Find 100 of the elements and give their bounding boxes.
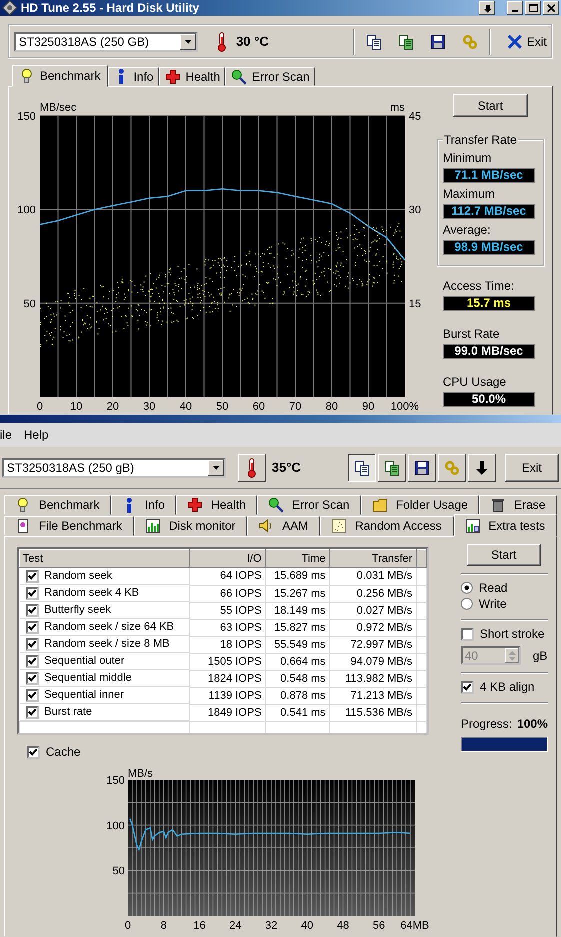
drive-select[interactable]: ST3250318AS (250 GB) [14,32,198,52]
table-cell: 0.972 MB/s [329,619,416,636]
table-cell: 1505 IOPS [189,653,266,670]
window-title: HD Tune 2.55 - Hard Disk Utility [21,1,200,16]
reading-display: 71.1 MB/sec [443,168,535,183]
copy-icon[interactable] [366,34,382,50]
table-cell: 18.149 ms [265,602,330,619]
reading-label: Average: [443,223,492,237]
checkbox[interactable] [26,638,38,650]
radio-button[interactable] [461,582,473,594]
column-header[interactable]: I/O [189,550,266,568]
axis-label: ms [390,102,405,114]
axis-tick-label: 10 [70,401,83,413]
checkbox[interactable] [26,688,38,702]
table-cell: 0.878 ms [265,687,330,704]
table-cell: Sequential outer [44,655,125,667]
reading-display: 98.9 MB/sec [443,240,535,255]
menu-item[interactable]: ile [0,428,12,442]
tab[interactable]: Health [158,67,226,86]
table-cell: 1139 IOPS [189,687,266,704]
tab[interactable]: Error Scan [225,67,315,86]
dropdown-button[interactable] [208,460,224,476]
radio-button[interactable] [461,598,473,610]
axis-tick-label: 50 [216,401,229,413]
search-icon [268,497,284,513]
exit-button[interactable]: Exit [505,454,559,482]
tab[interactable]: Info [111,495,176,515]
checkbox[interactable] [27,746,40,758]
close-button[interactable] [543,1,559,16]
table-cell: 72.997 MB/s [329,636,416,653]
checkbox[interactable] [26,672,38,684]
axis-tick-label: 100% [390,401,420,413]
temperature-button[interactable] [238,454,266,482]
documents-icon[interactable] [398,34,414,50]
menu-item[interactable]: Help [24,428,49,442]
tab[interactable]: Health [176,495,258,515]
table-cell: 0.664 ms [265,653,330,670]
tab[interactable]: Benchmark [12,65,108,87]
checkbox[interactable] [461,680,474,694]
exit-button[interactable]: Exit [506,34,547,50]
table-cell: 18 IOPS [189,636,266,653]
info-icon [127,498,132,512]
tab[interactable]: Erase [479,495,558,515]
axis-tick-label: 0 [36,401,44,413]
dropdown-button[interactable] [180,34,196,50]
toolbar-button[interactable] [348,454,376,482]
drive-select[interactable]: ST3250318AS (250 gB) [2,458,226,478]
tab[interactable]: Benchmark [4,495,112,515]
table-cell: 1824 IOPS [189,670,266,687]
tab[interactable]: Info [108,67,159,86]
radio-label: Read [479,581,508,595]
table-cell: Random seek 4 KB [44,587,140,599]
table-cell: 15.827 ms [265,619,330,636]
minimize-button[interactable] [507,1,523,16]
tab[interactable]: Error Scan [257,495,362,515]
checkbox[interactable] [26,654,38,668]
table-cell: 64 IOPS [189,568,266,585]
tab[interactable]: AAM [247,516,320,536]
table-cell: Random seek [44,570,112,582]
start-button[interactable]: Start [467,544,541,566]
axis-tick-label: 32 [265,920,278,931]
column-header[interactable]: Transfer [329,550,416,568]
caret-icon [184,40,192,44]
spin-arrows-icon [508,650,516,660]
column-header[interactable]: Test [20,550,189,568]
table-cell: 94.079 MB/s [329,653,416,670]
checkbox[interactable] [26,604,38,616]
scatter-icon [331,518,348,534]
reading-display: 99.0 MB/sec [443,344,535,359]
checkbox[interactable] [26,620,38,634]
maximize-button[interactable] [525,1,541,16]
down-arrow-button[interactable] [479,1,495,16]
cross-icon [187,497,204,513]
maximize-icon [528,4,538,12]
table-chart-icon [464,518,481,534]
arrow-down-icon [482,4,492,13]
tab[interactable]: Disk monitor [134,516,248,536]
table-cell: 0.548 ms [265,670,330,687]
table-cell: 115.536 MB/s [329,704,416,722]
checkbox[interactable] [26,586,38,600]
tab[interactable]: Extra tests [454,514,557,537]
axis-tick-label: 40 [180,401,192,413]
tab[interactable]: Random Access [320,516,454,536]
start-button[interactable]: Start [453,94,528,117]
tab[interactable]: File Benchmark [4,516,134,536]
table-cell: 63 IOPS [189,619,266,636]
axis-tick-label: 48 [337,920,350,931]
column-header[interactable]: Time [265,550,330,568]
axis-tick-label: 150 [18,111,36,123]
axis-tick-label: 100 [18,204,36,217]
table-cell: Sequential inner [44,689,124,701]
table-cell: Random seek / size 8 MB [44,638,170,650]
checkbox[interactable] [26,570,38,582]
reading-display: 15.7 ms [443,296,535,311]
tab[interactable]: Folder Usage [361,495,480,515]
save-icon[interactable] [430,34,446,50]
checkbox-label: Cache [46,745,81,759]
close-icon [546,4,556,13]
checkbox[interactable] [26,706,38,718]
axis-label: MB/sec [40,102,77,114]
